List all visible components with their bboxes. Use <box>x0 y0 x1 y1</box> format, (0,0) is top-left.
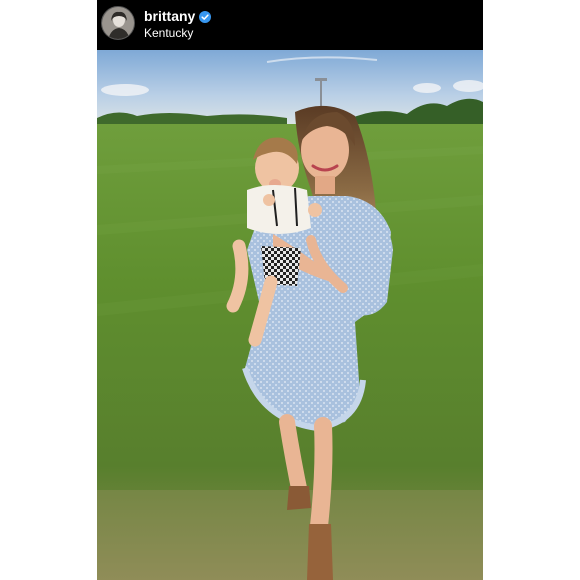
instagram-post-frame: brittany Kentucky <box>97 0 483 580</box>
post-photo[interactable] <box>97 50 483 580</box>
username-row: brittany <box>144 7 212 25</box>
post-header: brittany Kentucky <box>97 0 483 50</box>
verified-badge-icon <box>199 10 212 23</box>
username[interactable]: brittany <box>144 7 195 25</box>
avatar-icon <box>102 7 134 39</box>
profile-avatar[interactable] <box>101 6 135 40</box>
location-label[interactable]: Kentucky <box>144 26 193 40</box>
photo-mother-holding-baby-icon <box>97 50 483 580</box>
